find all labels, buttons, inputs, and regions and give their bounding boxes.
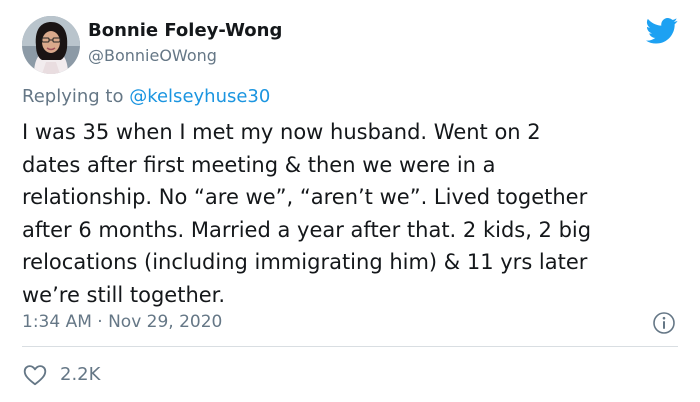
heart-icon[interactable] bbox=[22, 362, 48, 388]
mention-link[interactable]: @kelseyhuse30 bbox=[129, 86, 270, 107]
author-display-name[interactable]: Bonnie Foley-Wong bbox=[88, 20, 282, 41]
avatar[interactable] bbox=[22, 16, 80, 74]
tweet-timestamp[interactable]: 1:34 AM · Nov 29, 2020 bbox=[22, 312, 222, 332]
avatar-image bbox=[22, 16, 80, 74]
author-handle[interactable]: @BonnieOWong bbox=[88, 46, 217, 65]
tweet-text-line: I was 35 when I met my now husband. Went… bbox=[22, 120, 541, 144]
tweet-text-line: relationship. No “are we”, “aren’t we”. … bbox=[22, 185, 588, 210]
replying-to: Replying to @kelseyhuse30 bbox=[22, 86, 270, 107]
divider bbox=[22, 346, 678, 347]
tweet-text-line: relocations (including immigrating him) … bbox=[22, 250, 588, 275]
twitter-bird-icon[interactable] bbox=[646, 17, 678, 45]
tweet-text-line: dates after first meeting & then we were… bbox=[22, 152, 496, 177]
tweet-text: I was 35 when I met my now husband. Went… bbox=[22, 116, 684, 312]
info-icon[interactable] bbox=[652, 311, 676, 335]
tweet-text-line: we’re still together. bbox=[22, 282, 226, 307]
tweet-text-line: after 6 months. Married a year after tha… bbox=[22, 217, 592, 242]
replying-to-label: Replying to bbox=[22, 86, 130, 107]
tweet-card: Bonnie Foley-Wong @BonnieOWong Replying … bbox=[0, 0, 700, 402]
like-count[interactable]: 2.2K bbox=[60, 364, 100, 385]
